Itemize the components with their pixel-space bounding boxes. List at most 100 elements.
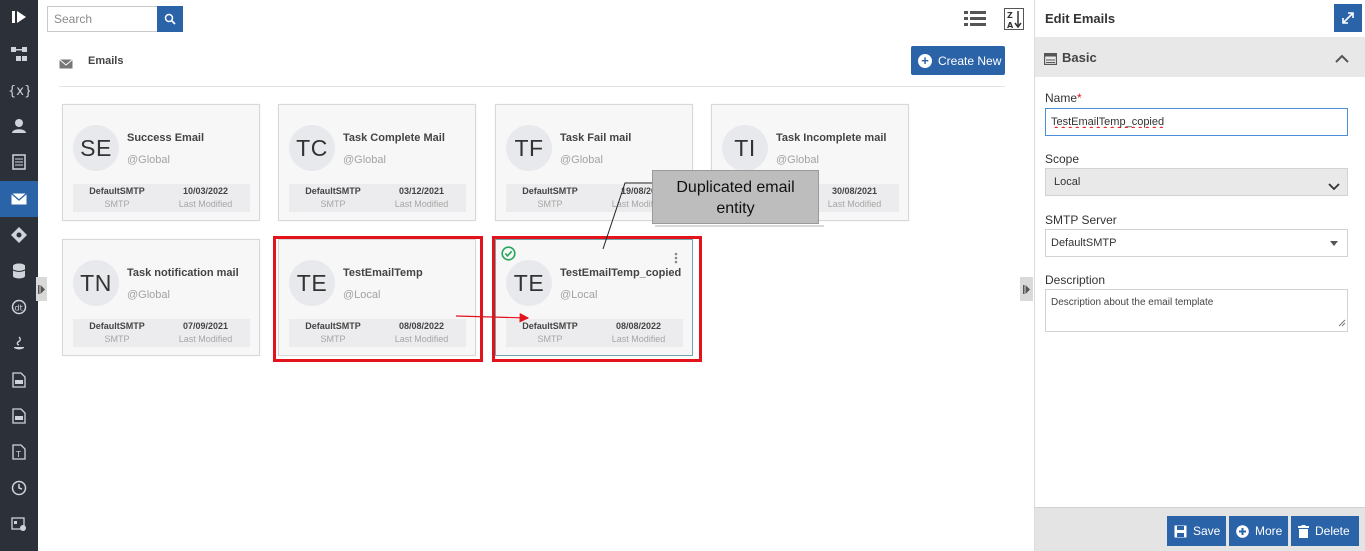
modified-label: Last Modified	[394, 199, 449, 209]
user-icon[interactable]	[0, 108, 38, 144]
smtp-server-value: DefaultSMTP	[1051, 237, 1117, 249]
smtp-label: SMTP	[104, 199, 130, 209]
card-meta: DefaultSMTP 03/12/2021 SMTP Last Modifie…	[289, 184, 466, 212]
modified-date: 03/12/2021	[398, 186, 445, 196]
search-input[interactable]	[47, 6, 157, 32]
svg-text:T: T	[15, 450, 21, 459]
svg-text:{x}: {x}	[8, 84, 30, 98]
search-box	[47, 6, 183, 32]
card-scope: @Global	[127, 289, 170, 301]
database-icon[interactable]	[0, 253, 38, 289]
svg-text:A: A	[1007, 21, 1014, 30]
card-scope: @Global	[127, 154, 170, 166]
required-mark: *	[1077, 91, 1082, 105]
description-value: Description about the email template	[1051, 297, 1214, 308]
name-field[interactable]	[1045, 108, 1348, 136]
card-scope: @Global	[560, 154, 603, 166]
modified-label: Last Modified	[827, 199, 882, 209]
avatar: TC	[289, 125, 335, 171]
variables-icon[interactable]: {x}	[0, 72, 38, 108]
smtp-value: DefaultSMTP	[305, 186, 361, 196]
resize-grip-icon[interactable]	[1338, 319, 1346, 330]
callout-line-2: entity	[716, 200, 755, 217]
app-logo-icon[interactable]	[0, 0, 38, 34]
avatar: TN	[73, 260, 119, 306]
create-new-button[interactable]: + Create New	[911, 46, 1005, 75]
mail-icon	[59, 56, 73, 74]
plus-circle-icon: +	[918, 53, 932, 68]
connector-icon[interactable]: dt	[0, 289, 38, 325]
smtp-value: DefaultSMTP	[89, 186, 145, 196]
workflow-icon[interactable]	[0, 36, 38, 72]
panel-footer: Save More Delete	[1035, 507, 1365, 551]
save-icon	[1174, 525, 1187, 537]
email-card[interactable]: TC Task Complete Mail @Global DefaultSMT…	[278, 104, 476, 221]
chevron-up-icon[interactable]	[1335, 50, 1349, 68]
list-view-icon[interactable]	[964, 10, 986, 33]
modified-date: 10/03/2022	[182, 186, 229, 196]
card-title: Task Fail mail	[560, 132, 632, 144]
page-title: Emails	[88, 55, 124, 67]
collapse-left-handle[interactable]	[36, 277, 47, 301]
card-title: Success Email	[127, 132, 205, 144]
modified-date: 07/09/2021	[182, 321, 229, 331]
delete-button[interactable]: Delete	[1291, 516, 1359, 546]
modified-label: Last Modified	[178, 334, 233, 344]
smtp-value: DefaultSMTP	[89, 321, 145, 331]
collapse-right-handle[interactable]	[1020, 277, 1033, 301]
description-label: Description	[1045, 273, 1106, 287]
smtp-server-select[interactable]: DefaultSMTP	[1045, 229, 1348, 257]
create-new-label: Create New	[938, 53, 1002, 68]
calendar-settings-icon[interactable]	[0, 506, 38, 542]
smtp-label: SMTP	[104, 334, 130, 344]
name-label-text: Name	[1045, 91, 1078, 105]
callout-line-1: Duplicated email	[676, 179, 795, 196]
scope-select[interactable]: Local	[1045, 168, 1348, 196]
search-button[interactable]	[157, 6, 183, 32]
avatar: TI	[722, 125, 768, 171]
java-icon[interactable]	[0, 326, 38, 362]
card-title: Task Complete Mail	[343, 132, 445, 144]
divider	[59, 86, 1005, 87]
description-field[interactable]: Description about the email template	[1045, 289, 1348, 332]
section-title: Basic	[1062, 50, 1097, 65]
form-section-icon	[1043, 52, 1058, 70]
email-card[interactable]: SE Success Email @Global DefaultSMTP 10/…	[62, 104, 260, 221]
scope-value: Local	[1054, 176, 1081, 188]
delete-label: Delete	[1315, 524, 1350, 538]
email-nav-icon[interactable]	[0, 181, 38, 217]
left-nav-rail: {x} dt T	[0, 0, 38, 551]
clock-icon[interactable]	[0, 470, 38, 506]
script-file-icon[interactable]	[0, 362, 38, 398]
sort-alpha-icon[interactable]: ZA	[1004, 8, 1024, 35]
edit-panel: Edit Emails Basic Name* Scope Local SMTP…	[1034, 0, 1365, 551]
basic-section-header[interactable]: Basic	[1035, 37, 1365, 77]
avatar: SE	[73, 125, 119, 171]
highlight-box	[492, 236, 702, 362]
save-button[interactable]: Save	[1167, 516, 1226, 546]
search-icon	[164, 13, 176, 25]
scope-label: Scope	[1045, 152, 1080, 166]
css-file-icon[interactable]	[0, 398, 38, 434]
card-meta: DefaultSMTP 10/03/2022 SMTP Last Modifie…	[73, 184, 250, 212]
text-file-icon[interactable]: T	[0, 434, 38, 470]
modified-date: 30/08/2021	[831, 186, 878, 196]
modified-label: Last Modified	[178, 199, 233, 209]
save-label: Save	[1193, 524, 1221, 538]
expand-icon	[1342, 12, 1354, 24]
card-title: Task notification mail	[127, 267, 239, 279]
panel-title: Edit Emails	[1045, 11, 1116, 26]
avatar: TF	[506, 125, 552, 171]
chevron-down-icon	[1328, 175, 1340, 201]
expand-button[interactable]	[1334, 4, 1362, 32]
email-card[interactable]: TN Task notification mail @Global Defaul…	[62, 239, 260, 356]
smtp-label: SMTP	[537, 199, 563, 209]
annotation-callout: Duplicated email entity	[652, 170, 824, 227]
document-icon[interactable]	[0, 144, 38, 180]
trash-icon	[1298, 524, 1309, 538]
diamond-icon[interactable]	[0, 217, 38, 253]
more-button[interactable]: More	[1229, 516, 1288, 546]
caret-down-icon	[1330, 241, 1338, 246]
card-title: Task Incomplete mail	[776, 132, 887, 144]
card-scope: @Global	[343, 154, 386, 166]
